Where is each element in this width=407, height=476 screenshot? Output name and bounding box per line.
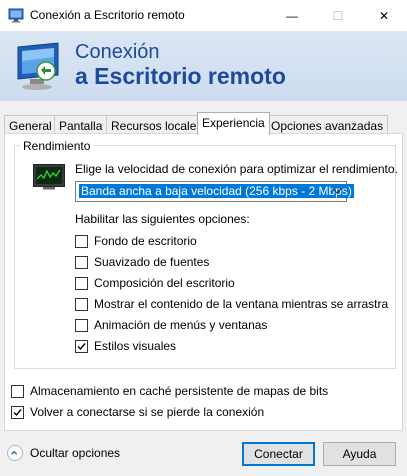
enable-options-label: Habilitar las siguientes opciones:: [75, 212, 250, 226]
chevron-down-icon: [332, 188, 342, 194]
tab-recursos-locales[interactable]: Recursos locales: [106, 115, 208, 135]
option-cache-mapas-bits[interactable]: Almacenamiento en caché persistente de m…: [11, 383, 328, 399]
option-label: Mostrar el contenido de la ventana mient…: [94, 297, 389, 311]
option-suavizado-fuentes[interactable]: Suavizado de fuentes: [75, 254, 209, 270]
tab-panel-experiencia: Rendimiento Elige la velocidad de conexi…: [4, 133, 403, 431]
option-label: Fondo de escritorio: [94, 234, 197, 248]
performance-monitor-icon: [33, 164, 65, 190]
tab-general[interactable]: General: [4, 115, 57, 135]
checkbox[interactable]: [11, 384, 24, 398]
remote-desktop-icon: [8, 8, 24, 23]
option-label: Almacenamiento en caché persistente de m…: [30, 384, 329, 398]
maximize-button[interactable]: ☐: [315, 0, 361, 31]
checkbox-checked[interactable]: [11, 405, 24, 419]
option-label: Animación de menús y ventanas: [94, 318, 268, 332]
banner-title-line1: Conexión: [75, 41, 160, 63]
option-fondo-escritorio[interactable]: Fondo de escritorio: [75, 233, 197, 249]
checkbox[interactable]: [75, 234, 88, 248]
hide-options-button[interactable]: Ocultar opciones: [7, 445, 120, 461]
performance-group-legend: Rendimiento: [20, 139, 94, 153]
checkbox[interactable]: [75, 255, 88, 269]
header-banner: Conexión a Escritorio remoto: [0, 31, 407, 101]
minimize-icon: —: [286, 8, 298, 23]
close-button[interactable]: ✕: [361, 0, 407, 31]
option-reconectar[interactable]: Volver a conectarse si se pierde la cone…: [11, 404, 264, 420]
option-label: Estilos visuales: [94, 339, 177, 353]
help-button[interactable]: Ayuda: [323, 442, 396, 466]
banner-title-line2: a Escritorio remoto: [75, 63, 286, 89]
checkmark-icon: [13, 408, 22, 416]
chevron-up-icon: [7, 445, 23, 461]
remote-desktop-icon: [17, 42, 59, 90]
connection-speed-select[interactable]: Banda ancha a baja velocidad (256 kbps -…: [75, 181, 354, 202]
option-label: Volver a conectarse si se pierde la cone…: [30, 405, 265, 419]
option-label: Composición del escritorio: [94, 276, 235, 290]
checkbox[interactable]: [75, 276, 88, 290]
minimize-button[interactable]: —: [269, 0, 315, 31]
close-icon: ✕: [378, 8, 390, 23]
option-label: Suavizado de fuentes: [94, 255, 210, 269]
tab-opciones-avanzadas[interactable]: Opciones avanzadas: [266, 115, 389, 135]
tab-bar: General Pantalla Recursos locales Experi…: [4, 112, 403, 135]
maximize-icon: ☐: [332, 8, 344, 23]
connect-button[interactable]: Conectar: [242, 442, 315, 466]
option-animacion-menus[interactable]: Animación de menús y ventanas: [75, 317, 267, 333]
window-title: Conexión a Escritorio remoto: [30, 8, 185, 22]
tab-pantalla[interactable]: Pantalla: [54, 115, 108, 135]
checkbox[interactable]: [75, 297, 88, 311]
checkbox[interactable]: [75, 318, 88, 332]
option-mostrar-contenido-ventana[interactable]: Mostrar el contenido de la ventana mient…: [75, 296, 388, 312]
dialog-footer: Ocultar opciones Conectar Ayuda: [0, 436, 407, 476]
connection-speed-value: Banda ancha a baja velocidad (256 kbps -…: [79, 184, 354, 198]
title-bar: Conexión a Escritorio remoto — ☐ ✕: [0, 0, 407, 31]
checkmark-icon: [77, 342, 86, 350]
hide-options-label: Ocultar opciones: [30, 446, 121, 460]
option-composicion-escritorio[interactable]: Composición del escritorio: [75, 275, 235, 291]
option-estilos-visuales[interactable]: Estilos visuales: [75, 338, 176, 354]
tab-experiencia[interactable]: Experiencia: [197, 112, 270, 135]
checkbox-checked[interactable]: [75, 339, 88, 353]
performance-description: Elige la velocidad de conexión para opti…: [75, 162, 398, 176]
